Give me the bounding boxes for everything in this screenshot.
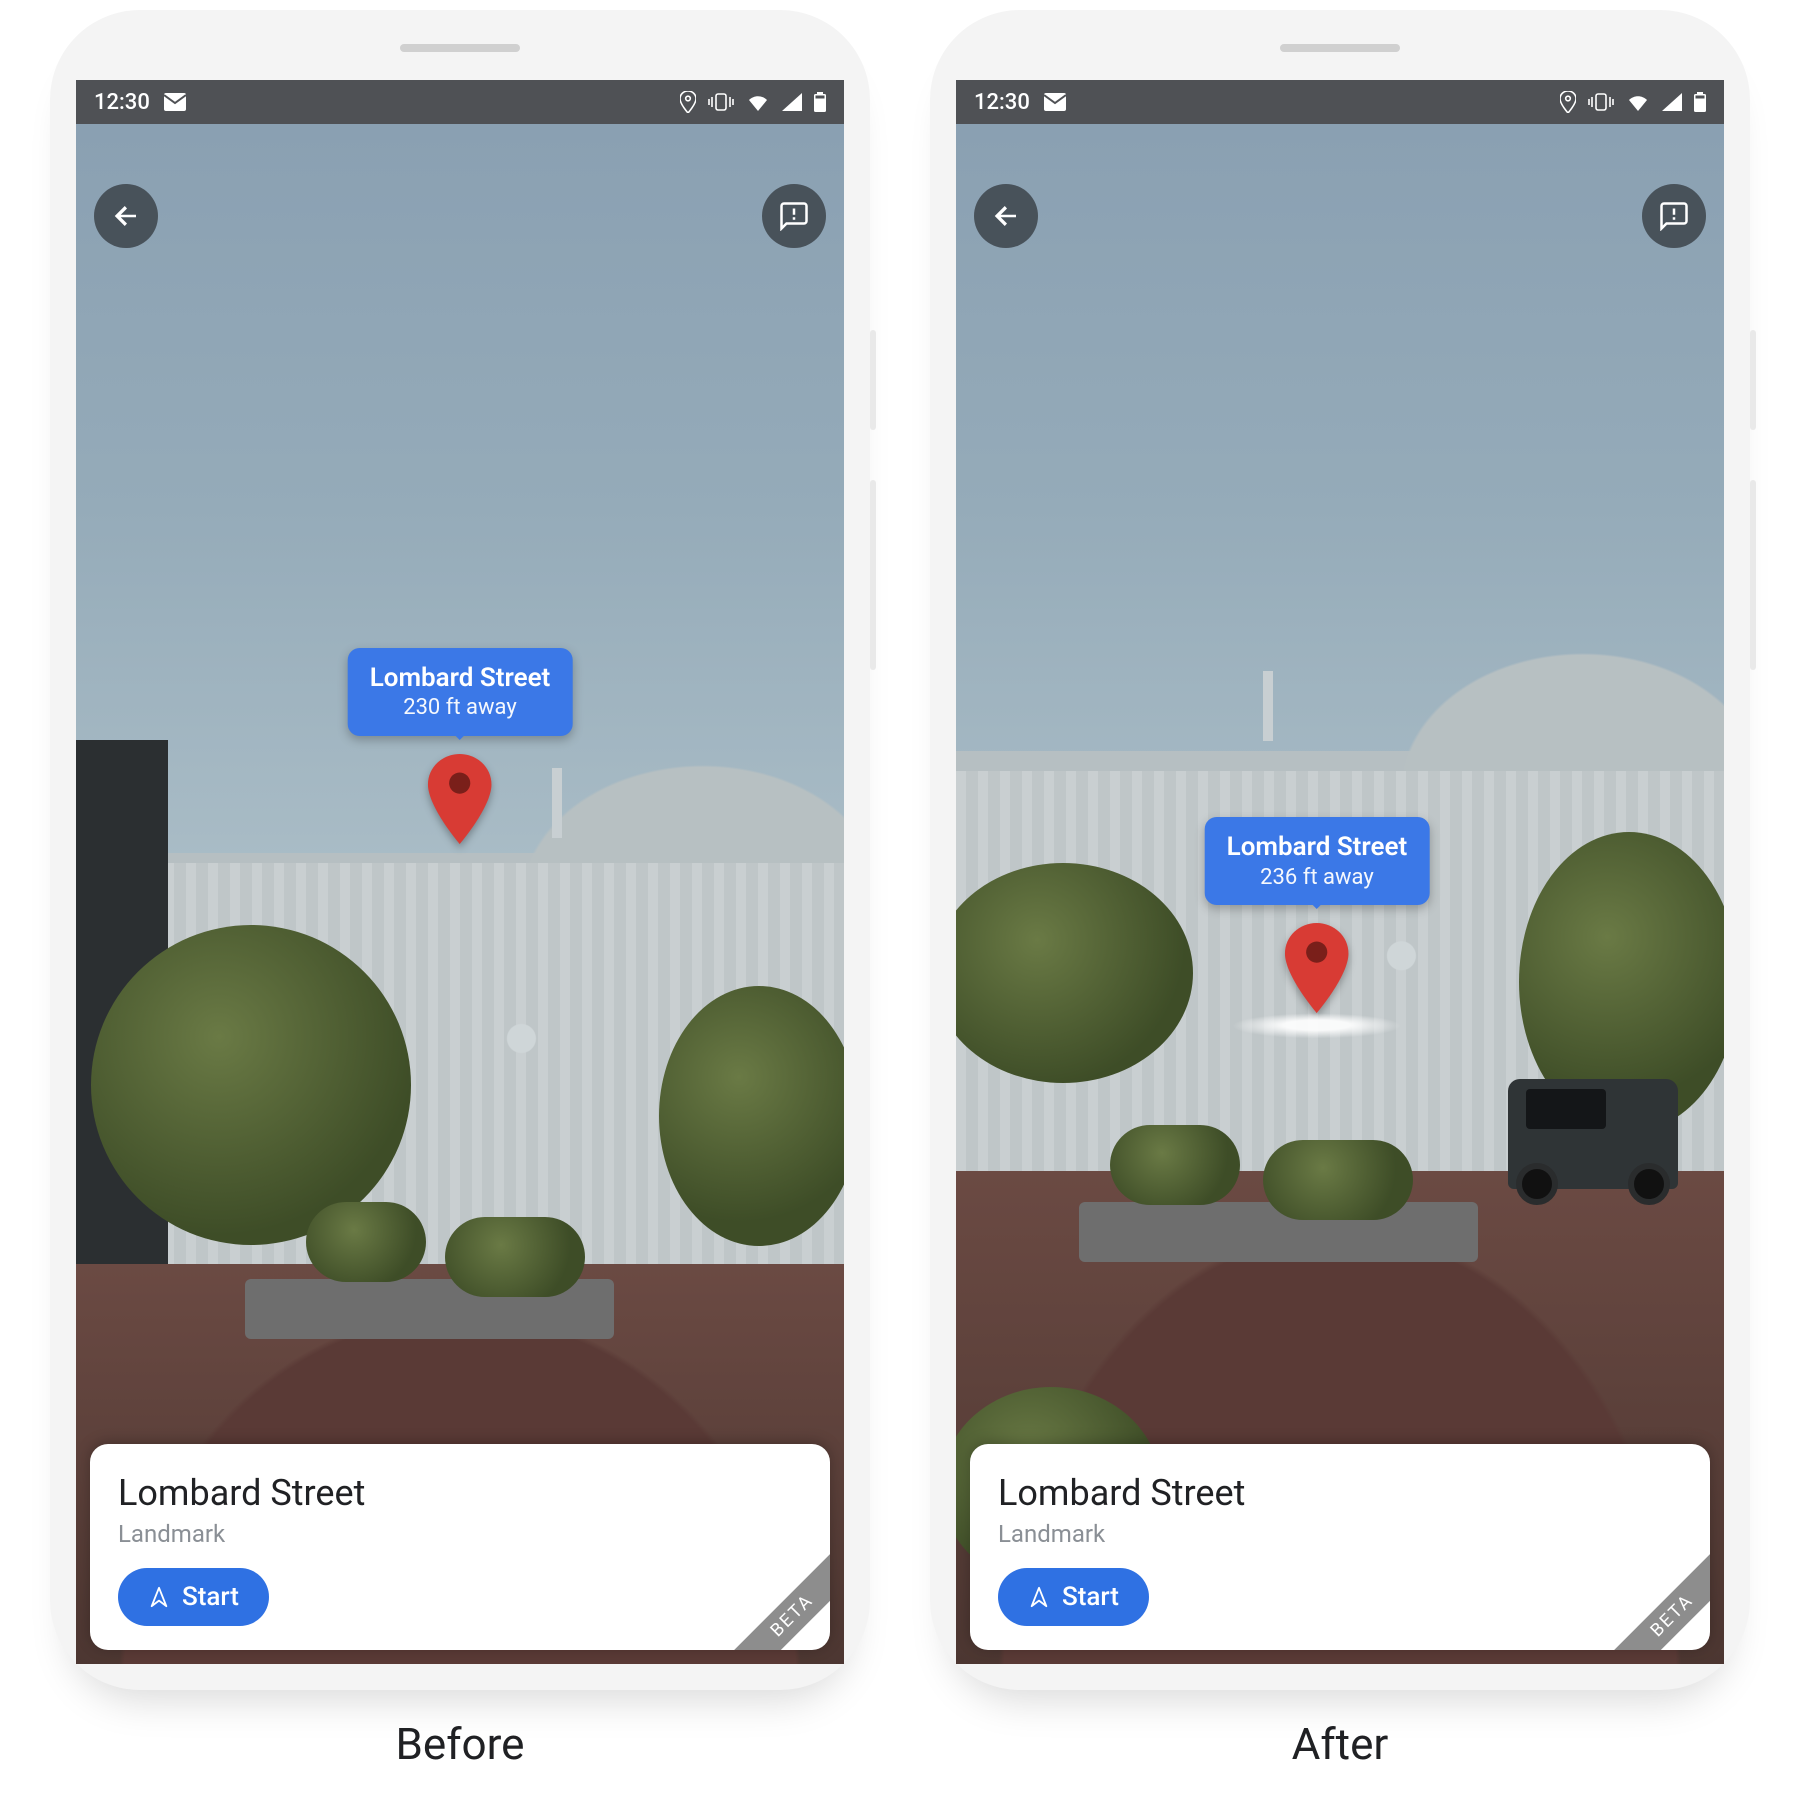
cell-signal-icon (1662, 93, 1682, 111)
back-button[interactable] (94, 184, 158, 248)
navigate-icon (1028, 1586, 1050, 1608)
hill (1371, 631, 1724, 791)
start-button[interactable]: Start (998, 1568, 1149, 1626)
screen: 12:30 (76, 80, 844, 1664)
phone-side-button (1750, 330, 1756, 430)
shrub (1110, 1125, 1240, 1205)
before-column: 12:30 (50, 10, 870, 1770)
phone-side-button (870, 480, 876, 670)
tooltip-distance: 230 ft away (370, 694, 551, 722)
navigate-icon (148, 1586, 170, 1608)
beta-badge: BETA (717, 1540, 830, 1650)
start-label: Start (182, 1582, 239, 1612)
tooltip-title: Lombard Street (1227, 831, 1408, 864)
start-button[interactable]: Start (118, 1568, 269, 1626)
start-label: Start (1062, 1582, 1119, 1612)
status-bar: 12:30 (76, 80, 844, 124)
card-subtitle: Landmark (998, 1520, 1682, 1548)
screen: 12:30 (956, 80, 1724, 1664)
coit-tower (1263, 671, 1273, 741)
status-bar: 12:30 (956, 80, 1724, 124)
cell-signal-icon (782, 93, 802, 111)
shrub (1263, 1140, 1413, 1220)
phone-speaker (1280, 44, 1400, 52)
back-button[interactable] (974, 184, 1038, 248)
map-pin-icon (428, 754, 492, 844)
phone-frame: 12:30 (930, 10, 1750, 1690)
vibrate-icon (708, 92, 734, 112)
mail-icon (1044, 93, 1066, 111)
destination-card[interactable]: Lombard Street Landmark Start BETA (90, 1444, 830, 1650)
vibrate-icon (1588, 92, 1614, 112)
tree (659, 986, 844, 1246)
caption-before: Before (396, 1718, 525, 1770)
tooltip-distance: 236 ft away (1227, 864, 1408, 892)
shrub (306, 1202, 426, 1282)
ar-viewport[interactable]: Lombard Street 230 ft away Lombard Stree… (76, 124, 844, 1664)
mail-icon (164, 93, 186, 111)
location-icon (1560, 91, 1576, 113)
after-column: 12:30 (930, 10, 1750, 1770)
ar-callout: Lombard Street 236 ft away (1205, 817, 1430, 1055)
beta-badge: BETA (1597, 1540, 1710, 1650)
card-subtitle: Landmark (118, 1520, 802, 1548)
ground-disc (1226, 1013, 1408, 1038)
feedback-button[interactable] (1642, 184, 1706, 248)
location-icon (680, 91, 696, 113)
feedback-button[interactable] (762, 184, 826, 248)
phone-frame: 12:30 (50, 10, 870, 1690)
card-title: Lombard Street (118, 1472, 802, 1514)
ar-tooltip: Lombard Street 236 ft away (1205, 817, 1430, 905)
ar-viewport[interactable]: Lombard Street 236 ft away Lombard Stree… (956, 124, 1724, 1664)
battery-icon (1694, 92, 1706, 112)
ar-callout: Lombard Street 230 ft away (348, 648, 573, 844)
tree (91, 925, 411, 1245)
tooltip-title: Lombard Street (370, 662, 551, 695)
ar-tooltip: Lombard Street 230 ft away (348, 648, 573, 736)
vehicle (1508, 1079, 1678, 1189)
phone-side-button (1750, 480, 1756, 670)
map-pin-icon (1285, 923, 1349, 1013)
phone-side-button (870, 330, 876, 430)
battery-icon (814, 92, 826, 112)
status-time: 12:30 (974, 90, 1030, 115)
status-time: 12:30 (94, 90, 150, 115)
shrub (445, 1217, 585, 1297)
wifi-icon (1626, 93, 1650, 111)
card-title: Lombard Street (998, 1472, 1682, 1514)
caption-after: After (1292, 1718, 1389, 1770)
wifi-icon (746, 93, 770, 111)
phone-speaker (400, 44, 520, 52)
destination-card[interactable]: Lombard Street Landmark Start BETA (970, 1444, 1710, 1650)
